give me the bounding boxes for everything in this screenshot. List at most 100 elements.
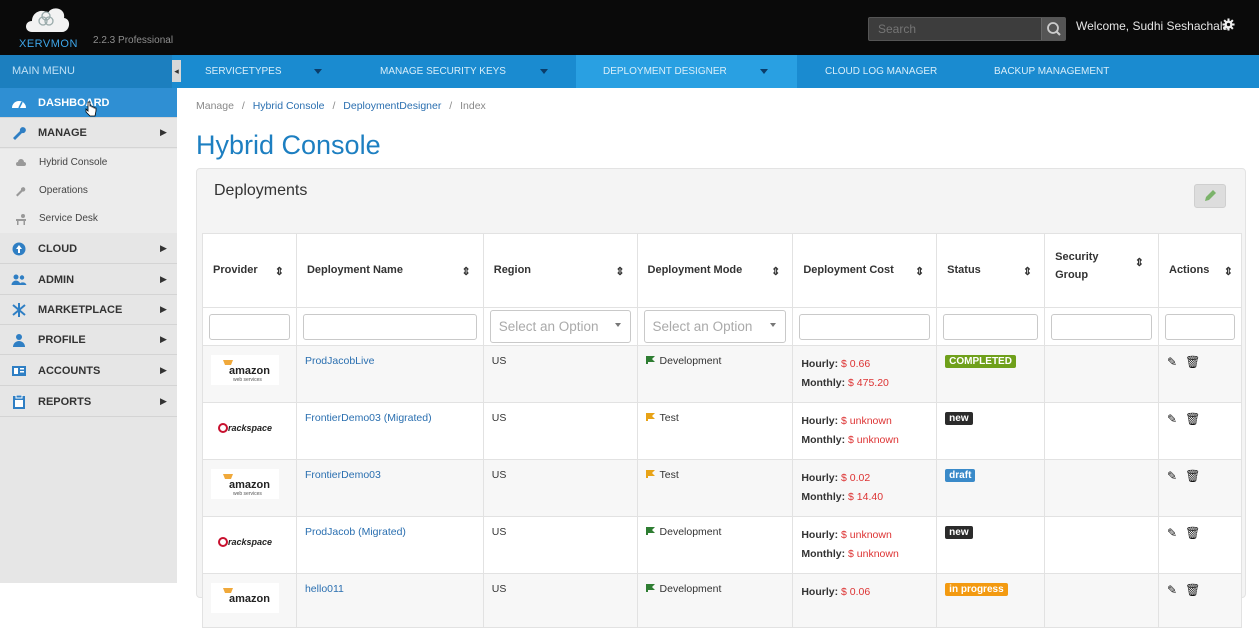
sidebar-item-marketplace[interactable]: MARKETPLACE ▶ (0, 295, 177, 325)
gear-icon[interactable] (1222, 18, 1235, 31)
amazon-logo-icon: amazon (211, 583, 279, 613)
nav-servicetypes[interactable]: SERVICETYPES (205, 55, 365, 88)
breadcrumb-deployment-designer[interactable]: DeploymentDesigner (343, 100, 441, 112)
search-input[interactable] (869, 18, 1041, 40)
deployment-name-link[interactable]: FrontierDemo03 (Migrated) (305, 412, 432, 424)
pencil-icon[interactable]: ✎ (1167, 355, 1185, 369)
welcome-user[interactable]: Welcome, Sudhi Seshachala (1076, 19, 1229, 33)
provider-label: rackspace (228, 423, 272, 433)
sort-icon[interactable]: ⇕ (1224, 265, 1233, 278)
trash-icon[interactable]: 🗑 (1185, 355, 1208, 369)
trash-icon[interactable]: 🗑 (1185, 412, 1208, 426)
accounts-icon (12, 366, 26, 376)
col-security-group[interactable]: Security Group ⇕ (1044, 233, 1159, 308)
status-cell: in progress (936, 573, 1046, 628)
trash-icon[interactable]: 🗑 (1185, 469, 1208, 483)
sidebar-item-reports[interactable]: REPORTS ▶ (0, 387, 177, 417)
cost-filter-input[interactable] (799, 313, 931, 340)
cost-cell: Hourly: $ unknown Monthly: $ unknown (792, 402, 938, 460)
search-button[interactable] (1041, 18, 1065, 40)
sort-icon[interactable]: ⇕ (275, 265, 284, 278)
sort-icon[interactable]: ⇕ (462, 265, 471, 278)
trash-icon[interactable]: 🗑 (1185, 526, 1208, 540)
col-label: Region (493, 264, 532, 276)
name-filter-input[interactable] (302, 313, 477, 340)
nav-servicetypes-label: SERVICETYPES (205, 66, 282, 77)
mode-value: Test (659, 469, 679, 481)
status-badge: new (945, 526, 973, 539)
security-group-cell (1044, 402, 1159, 460)
col-deployment-mode[interactable]: Deployment Mode ⇕ (636, 233, 794, 308)
col-region[interactable]: Region ⇕ (482, 233, 638, 308)
flag-icon (645, 527, 655, 535)
nav-cloud-log-manager[interactable]: CLOUD LOG MANAGER (825, 55, 965, 88)
mode-cell: Test (636, 459, 794, 517)
sidebar-subitem-operations[interactable]: Operations (0, 177, 177, 205)
deployment-name-link[interactable]: ProdJacob (Migrated) (305, 526, 406, 538)
sort-icon[interactable]: ⇕ (1023, 265, 1032, 278)
nav-deployment-designer[interactable]: DEPLOYMENT DESIGNER (576, 55, 797, 88)
mode-value: Development (659, 583, 722, 595)
provider-filter-input[interactable] (209, 313, 290, 340)
monthly-cost: $ unknown (848, 434, 899, 446)
hourly-cost: $ 0.06 (841, 586, 871, 598)
col-status[interactable]: Status ⇕ (936, 233, 1046, 308)
sidebar-item-admin[interactable]: ADMIN ▶ (0, 265, 177, 295)
name-cell[interactable]: hello011 (295, 573, 484, 628)
chevron-right-icon: ▶ (160, 243, 167, 253)
col-actions[interactable]: Actions ⇕ (1158, 233, 1242, 308)
status-filter-input[interactable] (943, 313, 1039, 340)
nav-manage-security-keys[interactable]: MANAGE SECURITY KEYS (380, 55, 560, 88)
name-cell[interactable]: FrontierDemo03 (295, 459, 484, 517)
sort-icon[interactable]: ⇕ (771, 265, 780, 278)
xervmon-logo[interactable]: XERVMON (14, 2, 84, 52)
name-cell[interactable]: FrontierDemo03 (Migrated) (295, 402, 484, 460)
sidebar-item-label: MARKETPLACE (38, 304, 123, 316)
pencil-icon[interactable]: ✎ (1167, 469, 1185, 483)
deployment-name-link[interactable]: hello011 (305, 583, 344, 595)
sidebar-item-manage[interactable]: MANAGE ▶ (0, 118, 177, 148)
select-placeholder: Select an Option (498, 319, 599, 334)
col-deployment-name[interactable]: Deployment Name ⇕ (295, 233, 484, 308)
mode-filter-select[interactable]: Select an Option (643, 310, 787, 343)
pencil-icon[interactable]: ✎ (1167, 526, 1185, 540)
sidebar-collapse-toggle[interactable]: ◂ (172, 60, 181, 82)
sidebar-item-accounts[interactable]: ACCOUNTS ▶ (0, 356, 177, 386)
table-row: rackspace ProdJacob (Migrated) US Develo… (202, 516, 1242, 574)
deployment-name-link[interactable]: FrontierDemo03 (305, 469, 381, 481)
region-value: US (491, 583, 507, 595)
sidebar-item-profile[interactable]: PROFILE ▶ (0, 325, 177, 355)
col-label: Actions (1169, 264, 1210, 276)
col-deployment-cost[interactable]: Deployment Cost ⇕ (792, 233, 938, 308)
mode-value: Test (659, 412, 679, 424)
sidebar-item-dashboard[interactable]: DASHBOARD (0, 88, 177, 118)
trash-icon[interactable]: 🗑 (1185, 583, 1208, 597)
sort-icon[interactable]: ⇕ (915, 265, 924, 278)
nav-backup-management[interactable]: BACKUP MANAGEMENT (994, 55, 1134, 88)
sidebar-item-label: Hybrid Console (39, 157, 108, 168)
amazon-logo-icon: amazon web services (211, 355, 279, 385)
sidebar-subitem-hybrid-console[interactable]: Hybrid Console (0, 149, 177, 177)
deployment-name-link[interactable]: ProdJacobLive (305, 355, 374, 367)
sort-icon[interactable]: ⇕ (615, 265, 624, 278)
select-placeholder: Select an Option (652, 319, 753, 334)
edit-panel-button[interactable] (1194, 184, 1226, 208)
cloud-upload-icon (12, 242, 26, 256)
actions-cell: ✎🗑 (1158, 459, 1242, 517)
region-filter-select[interactable]: Select an Option (489, 310, 631, 343)
pencil-icon[interactable]: ✎ (1167, 412, 1185, 426)
name-cell[interactable]: ProdJacob (Migrated) (295, 516, 484, 574)
sidebar-item-label: Service Desk (39, 213, 98, 224)
breadcrumb-hybrid-console[interactable]: Hybrid Console (253, 100, 325, 112)
sort-icon[interactable]: ⇕ (1135, 256, 1144, 269)
name-cell[interactable]: ProdJacobLive (295, 345, 484, 403)
pencil-icon[interactable]: ✎ (1167, 583, 1185, 597)
sidebar-item-cloud[interactable]: CLOUD ▶ (0, 234, 177, 264)
breadcrumb-sep: / (449, 100, 453, 112)
security-filter-input[interactable] (1051, 313, 1152, 340)
col-provider[interactable]: Provider ⇕ (202, 233, 297, 308)
sidebar-subitem-service-desk[interactable]: Service Desk (0, 205, 177, 233)
actions-filter-input[interactable] (1165, 313, 1235, 340)
region-cell: US (482, 573, 638, 628)
network-icon (12, 303, 26, 317)
